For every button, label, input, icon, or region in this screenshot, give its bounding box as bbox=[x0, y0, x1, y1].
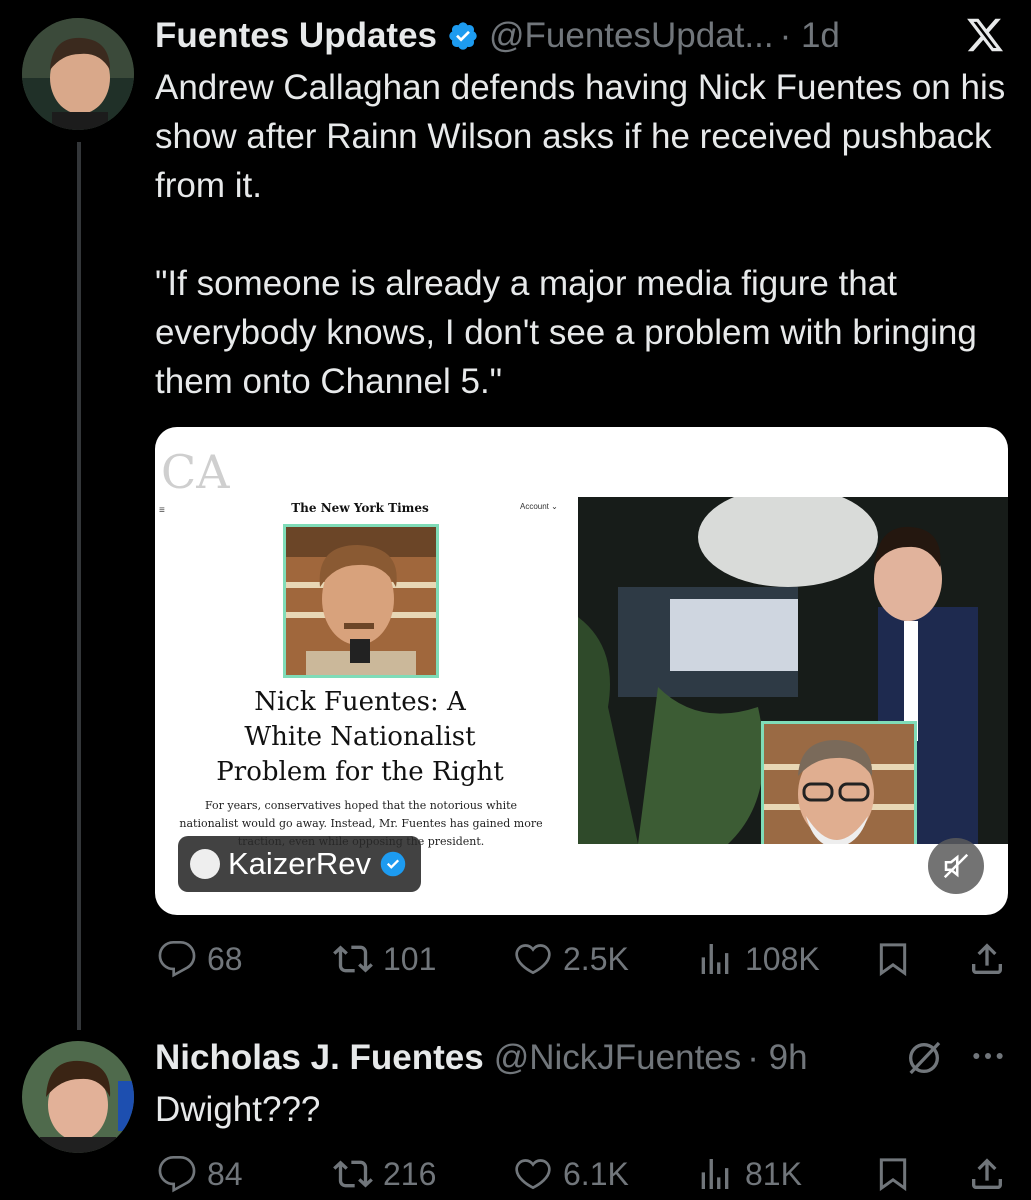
display-name[interactable]: Nicholas J. Fuentes bbox=[155, 1038, 484, 1078]
timestamp[interactable]: · 1d bbox=[780, 16, 840, 56]
creator-name: KaizerRev bbox=[228, 846, 371, 881]
repost-icon bbox=[333, 945, 373, 973]
post2-actions: 84 216 6.1K 81K bbox=[155, 1149, 1005, 1199]
share-icon bbox=[972, 943, 1002, 974]
post2-text: Dwight??? bbox=[155, 1090, 321, 1129]
more-icon[interactable] bbox=[968, 1036, 1008, 1076]
share-button[interactable] bbox=[967, 934, 1007, 984]
verified-badge-icon bbox=[447, 20, 479, 52]
creator-avatar-icon bbox=[190, 849, 220, 879]
reply-button[interactable]: 68 bbox=[157, 934, 243, 984]
like-count: 6.1K bbox=[563, 1155, 629, 1192]
avatar-nicholas-fuentes[interactable] bbox=[22, 1041, 134, 1153]
bookmark-button[interactable] bbox=[873, 934, 913, 984]
handle[interactable]: @NickJFuentes bbox=[494, 1038, 742, 1078]
views-count: 108K bbox=[745, 940, 820, 977]
repost-count: 216 bbox=[383, 1155, 437, 1192]
display-name[interactable]: Fuentes Updates bbox=[155, 16, 437, 56]
nyt-headline: Nick Fuentes: A White Nationalist Proble… bbox=[216, 687, 504, 787]
creator-verified-badge-icon bbox=[379, 850, 407, 878]
reply-icon bbox=[158, 941, 196, 978]
post1-text: Andrew Callaghan defends having Nick Fue… bbox=[155, 68, 1006, 401]
views-icon bbox=[701, 944, 729, 974]
post2-header: Nicholas J. Fuentes @NickJFuentes · 9h bbox=[155, 1036, 808, 1080]
reply-icon bbox=[158, 1156, 196, 1193]
views-button[interactable]: 108K bbox=[695, 934, 820, 984]
media-card[interactable]: CA ≡ The New York Times Account ⌄ Nick F… bbox=[155, 427, 1008, 915]
bookmark-button[interactable] bbox=[873, 1149, 913, 1199]
bookmark-icon bbox=[879, 943, 907, 977]
post1-header: Fuentes Updates @FuentesUpdat... · 1d bbox=[155, 14, 840, 58]
reply-count: 68 bbox=[207, 940, 243, 977]
share-button[interactable] bbox=[967, 1149, 1007, 1199]
like-count: 2.5K bbox=[563, 940, 629, 977]
views-icon bbox=[701, 1159, 729, 1189]
avatar-fuentes-updates[interactable] bbox=[22, 18, 134, 130]
thread-line bbox=[77, 142, 81, 1030]
repost-icon bbox=[333, 1160, 373, 1188]
bookmark-icon bbox=[879, 1158, 907, 1192]
handle[interactable]: @FuentesUpdat... bbox=[489, 16, 774, 56]
timestamp[interactable]: · 9h bbox=[747, 1038, 807, 1078]
reply-button[interactable]: 84 bbox=[157, 1149, 243, 1199]
wilson-inset bbox=[761, 721, 917, 844]
repost-count: 101 bbox=[383, 940, 437, 977]
grok-icon[interactable] bbox=[904, 1038, 944, 1078]
mute-icon bbox=[943, 853, 969, 879]
fuentes-portrait bbox=[283, 524, 439, 678]
nyt-account: Account ⌄ bbox=[520, 502, 558, 511]
x-logo-icon[interactable] bbox=[965, 15, 1005, 55]
mute-button[interactable] bbox=[928, 838, 984, 894]
share-icon bbox=[972, 1158, 1002, 1189]
like-icon bbox=[515, 944, 551, 975]
like-button[interactable]: 2.5K bbox=[513, 934, 629, 984]
views-count: 81K bbox=[745, 1155, 802, 1192]
repost-button[interactable]: 101 bbox=[333, 934, 436, 984]
ca-watermark: CA bbox=[161, 445, 230, 499]
like-button[interactable]: 6.1K bbox=[513, 1149, 629, 1199]
like-icon bbox=[515, 1159, 551, 1190]
nyt-masthead: The New York Times bbox=[291, 501, 429, 515]
repost-button[interactable]: 216 bbox=[333, 1149, 436, 1199]
post1-actions: 68 101 2.5K 108K bbox=[155, 934, 1005, 984]
views-button[interactable]: 81K bbox=[695, 1149, 802, 1199]
reply-count: 84 bbox=[207, 1155, 243, 1192]
video-still bbox=[578, 497, 1008, 844]
creator-tag[interactable]: KaizerRev bbox=[178, 836, 421, 892]
